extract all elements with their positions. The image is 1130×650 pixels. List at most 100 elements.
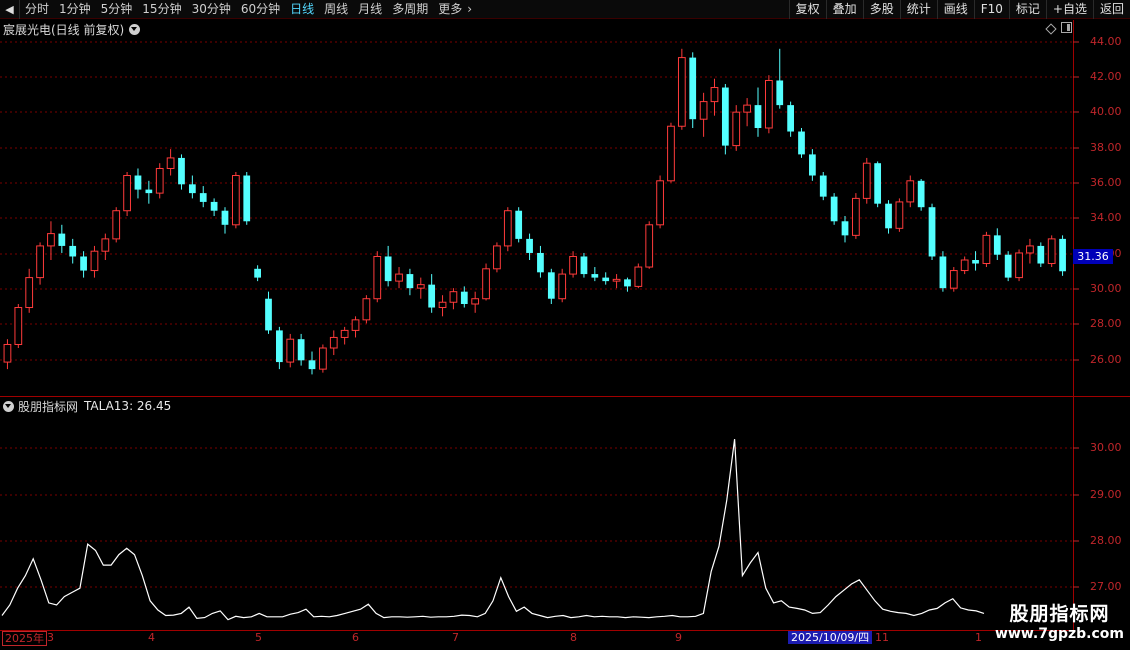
candle-body xyxy=(982,234,991,265)
candle-body xyxy=(809,154,816,176)
candle-body xyxy=(624,279,631,287)
candle-body xyxy=(569,255,577,275)
candle-body xyxy=(395,273,403,282)
candle-body xyxy=(798,131,805,155)
candle-body xyxy=(319,347,327,370)
candle-body xyxy=(406,274,414,289)
date-axis-label: 7 xyxy=(452,631,459,644)
candle-body xyxy=(710,87,719,103)
candle-body xyxy=(928,207,936,257)
indicator-axis-tick: 29.00 xyxy=(1090,488,1122,501)
chevron-down-icon[interactable] xyxy=(3,400,14,412)
indicator-value: TALA13: 26.45 xyxy=(84,399,172,413)
candle-body xyxy=(602,277,610,282)
candle-body xyxy=(134,175,142,190)
candle-body xyxy=(482,268,490,300)
candle-body xyxy=(656,180,664,226)
candle-body xyxy=(862,162,871,199)
candle-body xyxy=(743,104,751,113)
price-axis-tick: 26.00 xyxy=(1090,353,1122,366)
candle-body xyxy=(721,87,729,146)
candle-body xyxy=(526,238,533,253)
candle-body xyxy=(112,210,121,240)
candle-body xyxy=(591,274,599,278)
candle-body xyxy=(90,250,99,272)
candle-body xyxy=(449,291,458,303)
indicator-name[interactable]: 股朋指标网 xyxy=(18,398,78,415)
date-axis-label: 5 xyxy=(255,631,262,644)
price-axis-tick: 36.00 xyxy=(1090,176,1122,189)
candle-body xyxy=(351,319,360,331)
date-axis-label: 4 xyxy=(148,631,155,644)
date-axis-label: 1 xyxy=(975,631,982,644)
chart-canvas[interactable] xyxy=(0,0,1130,650)
candle-body xyxy=(329,336,338,349)
candle-body xyxy=(3,343,12,363)
candle-body xyxy=(308,360,316,370)
candle-body xyxy=(885,203,892,229)
candle-body xyxy=(438,301,447,309)
indicator-line xyxy=(1,439,985,621)
price-axis-tick: 38.00 xyxy=(1090,141,1122,154)
candle-body xyxy=(558,273,567,300)
candle-body xyxy=(80,256,87,271)
candle-body xyxy=(830,196,838,222)
candle-body xyxy=(384,256,392,282)
candle-body xyxy=(972,260,979,264)
candle-body xyxy=(254,268,261,278)
candle-body xyxy=(776,80,784,106)
candle-body xyxy=(460,291,468,304)
candle-body xyxy=(69,245,77,257)
candle-body xyxy=(145,189,153,194)
price-axis-tick: 42.00 xyxy=(1090,70,1122,83)
candle-body xyxy=(199,193,207,202)
candle-body xyxy=(960,259,969,272)
candle-body xyxy=(340,329,349,338)
candle-body xyxy=(754,105,762,128)
candle-body xyxy=(906,180,915,203)
candle-body xyxy=(634,266,643,287)
candle-body xyxy=(1059,238,1066,272)
price-axis-tick: 44.00 xyxy=(1090,35,1122,48)
candle-body xyxy=(47,233,55,247)
candle-body xyxy=(732,111,741,147)
candle-body xyxy=(852,197,860,236)
candle-body xyxy=(612,278,621,282)
candle-body xyxy=(1015,252,1023,279)
candle-body xyxy=(764,79,773,129)
candle-body xyxy=(689,57,697,120)
candle-body xyxy=(155,167,164,194)
indicator-axis-tick: 28.00 xyxy=(1090,534,1122,547)
candle-body xyxy=(547,272,555,299)
candle-body xyxy=(210,201,218,211)
candle-body xyxy=(874,163,882,204)
candle-body xyxy=(36,245,44,279)
candle-body xyxy=(14,307,23,345)
watermark-url: www.7gpzb.com xyxy=(994,626,1124,642)
candle-body xyxy=(428,284,436,308)
candle-body xyxy=(243,175,251,222)
candle-body xyxy=(993,235,1001,255)
indicator-axis-tick: 30.00 xyxy=(1090,441,1122,454)
candle-body xyxy=(25,277,34,309)
price-axis-tick: 30.00 xyxy=(1090,282,1122,295)
candle-body xyxy=(362,298,371,321)
candle-body xyxy=(471,298,480,305)
current-price-tag: 31.36 xyxy=(1073,249,1113,264)
watermark-title: 股朋指标网 xyxy=(1009,603,1110,625)
date-axis-label: 2025/10/09/四 xyxy=(788,631,873,644)
candle-body xyxy=(819,175,827,197)
candle-body xyxy=(231,175,240,226)
candle-body xyxy=(297,339,305,361)
candle-body xyxy=(416,284,425,289)
candle-body xyxy=(178,157,185,185)
candle-body xyxy=(286,338,295,363)
date-axis-label: 8 xyxy=(570,631,577,644)
watermark: 股朋指标网 www.7gpzb.com xyxy=(995,599,1124,642)
candle-body xyxy=(949,270,958,289)
candle-body xyxy=(493,245,501,270)
candle-body xyxy=(166,157,175,169)
date-axis-label: 2025年 xyxy=(2,631,47,646)
candle-body xyxy=(1047,238,1056,265)
candle-body xyxy=(276,330,283,363)
